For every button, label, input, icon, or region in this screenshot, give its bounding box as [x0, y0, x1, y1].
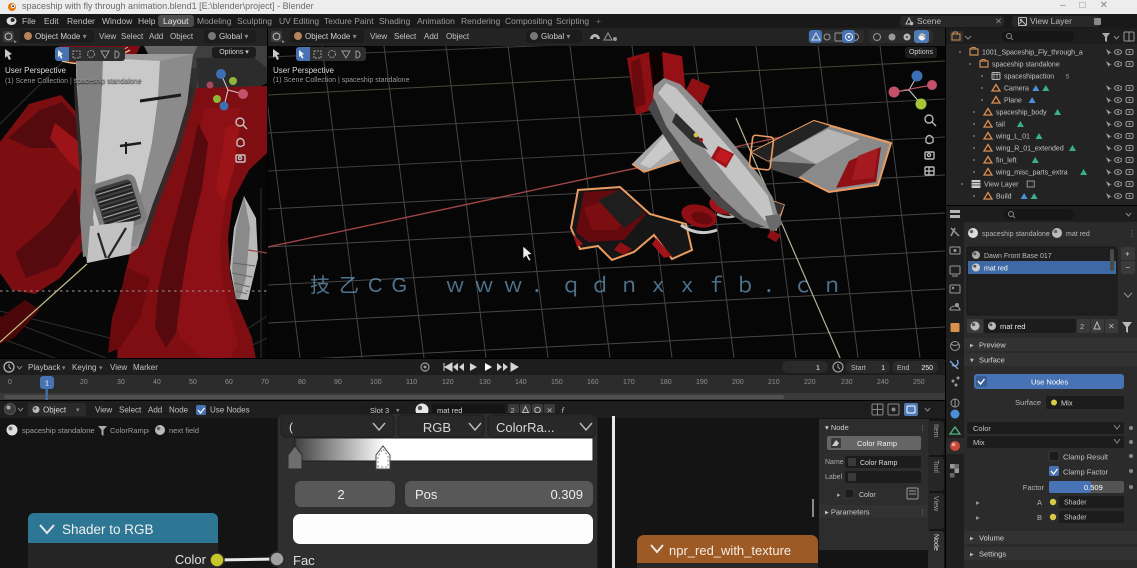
svg-text:Color: Color — [973, 424, 991, 433]
svg-text:mat red: mat red — [1066, 231, 1090, 238]
svg-text:A: A — [1037, 498, 1042, 507]
svg-text:Name: Name — [825, 459, 844, 466]
svg-text:mat red: mat red — [1000, 322, 1025, 331]
svg-text:(: ( — [289, 420, 293, 434]
svg-text:Clamp Factor: Clamp Factor — [1063, 468, 1109, 477]
svg-text:View: View — [110, 363, 127, 372]
svg-text:wing_L_01: wing_L_01 — [995, 134, 1030, 141]
svg-text:Color Ramp: Color Ramp — [860, 460, 897, 467]
svg-text:Factor: Factor — [1023, 483, 1045, 492]
svg-text:wing_misc_parts_extra: wing_misc_parts_extra — [995, 170, 1068, 177]
svg-text:tail: tail — [996, 122, 1005, 129]
svg-text:B: B — [1037, 513, 1042, 522]
svg-text:5: 5 — [1066, 74, 1070, 81]
svg-text:Mix: Mix — [973, 438, 985, 447]
svg-text:250: 250 — [921, 365, 933, 372]
svg-text:next field: next field — [169, 426, 199, 435]
svg-text:spaceship_body: spaceship_body — [996, 110, 1047, 117]
svg-text:End: End — [897, 365, 910, 372]
svg-text:Add: Add — [148, 406, 162, 415]
svg-text:Volume: Volume — [979, 534, 1004, 543]
svg-text:⋮: ⋮ — [1128, 229, 1136, 238]
svg-text:spaceship standalone: spaceship standalone — [992, 62, 1060, 69]
svg-text:Select: Select — [119, 406, 142, 415]
svg-text:wing_R_01_extended: wing_R_01_extended — [995, 146, 1064, 153]
svg-text:0.309: 0.309 — [550, 487, 583, 502]
svg-text:Pos: Pos — [415, 487, 438, 502]
svg-text:Use Nodes: Use Nodes — [210, 406, 250, 415]
svg-text:+: + — [1125, 250, 1130, 259]
svg-text:spaceship standalone: spaceship standalone — [982, 231, 1050, 238]
svg-text:Dawn Front Base 017: Dawn Front Base 017 — [984, 253, 1052, 260]
svg-text:spaceshipaction: spaceshipaction — [1004, 74, 1054, 81]
svg-text:›: › — [90, 426, 93, 435]
svg-text:1: 1 — [816, 363, 820, 372]
svg-text:▸: ▸ — [970, 550, 974, 559]
svg-text:▸ Parameters: ▸ Parameters — [825, 508, 870, 517]
svg-text:View Layer: View Layer — [984, 182, 1019, 189]
svg-text:▸: ▸ — [970, 341, 974, 350]
svg-text:Color: Color — [859, 492, 876, 499]
svg-text:✕: ✕ — [1108, 322, 1115, 331]
svg-text:Keying: Keying — [72, 363, 96, 372]
svg-text:Shader: Shader — [1064, 500, 1087, 507]
svg-text:▾: ▾ — [62, 365, 66, 372]
svg-text:Marker: Marker — [133, 363, 158, 372]
svg-text:▾: ▾ — [99, 365, 103, 372]
svg-text:▾: ▾ — [76, 407, 80, 414]
svg-text:fin_left: fin_left — [996, 158, 1017, 165]
svg-text:Build: Build — [996, 194, 1012, 201]
svg-text:1001_Spaceship_Fly_through_a: 1001_Spaceship_Fly_through_a — [982, 50, 1083, 57]
svg-text:Shader: Shader — [1064, 515, 1087, 522]
svg-text:npr_red_with_texture: npr_red_with_texture — [669, 543, 791, 558]
svg-text:2: 2 — [337, 487, 344, 502]
svg-text:Label: Label — [825, 474, 843, 481]
svg-text:Color Ramp: Color Ramp — [857, 439, 897, 448]
svg-text:Preview: Preview — [979, 341, 1006, 350]
svg-text:›: › — [147, 426, 150, 435]
svg-text:Node: Node — [169, 406, 189, 415]
svg-text:Surface: Surface — [1015, 398, 1041, 407]
svg-text:▸: ▸ — [976, 513, 980, 522]
svg-text:1: 1 — [45, 379, 49, 388]
svg-text:Surface: Surface — [979, 356, 1005, 365]
svg-text:RGB: RGB — [423, 420, 451, 435]
svg-text:ColorRa...: ColorRa... — [496, 420, 555, 435]
svg-text:Start: Start — [851, 365, 866, 372]
svg-text:⋮: ⋮ — [919, 510, 926, 517]
svg-text:▸: ▸ — [970, 534, 974, 543]
svg-text:▾ Node: ▾ Node — [825, 423, 849, 432]
svg-text:Use Nodes: Use Nodes — [1031, 378, 1068, 387]
svg-text:mat red: mat red — [984, 266, 1008, 273]
svg-text:Settings: Settings — [979, 550, 1006, 559]
svg-text:View: View — [95, 406, 112, 415]
svg-text:Plane: Plane — [1004, 98, 1022, 105]
svg-text:▸: ▸ — [976, 498, 980, 507]
svg-text:Mix: Mix — [1061, 399, 1073, 408]
svg-text:Playback: Playback — [28, 363, 61, 372]
svg-text:▾: ▾ — [970, 356, 974, 365]
svg-text:Shader to RGB: Shader to RGB — [62, 522, 154, 537]
svg-text:2: 2 — [1080, 322, 1084, 331]
svg-text:⋮: ⋮ — [919, 425, 926, 432]
svg-text:0.509: 0.509 — [1084, 483, 1103, 492]
svg-text:Camera: Camera — [1004, 86, 1029, 93]
svg-text:−: − — [1126, 263, 1131, 272]
svg-text:spaceship standalone: spaceship standalone — [22, 426, 95, 435]
svg-text:ColorRamp: ColorRamp — [110, 426, 148, 435]
svg-text:1: 1 — [881, 365, 885, 372]
svg-text:Object: Object — [43, 406, 67, 415]
svg-text:▸: ▸ — [837, 492, 841, 499]
svg-text:Clamp Result: Clamp Result — [1063, 453, 1109, 462]
